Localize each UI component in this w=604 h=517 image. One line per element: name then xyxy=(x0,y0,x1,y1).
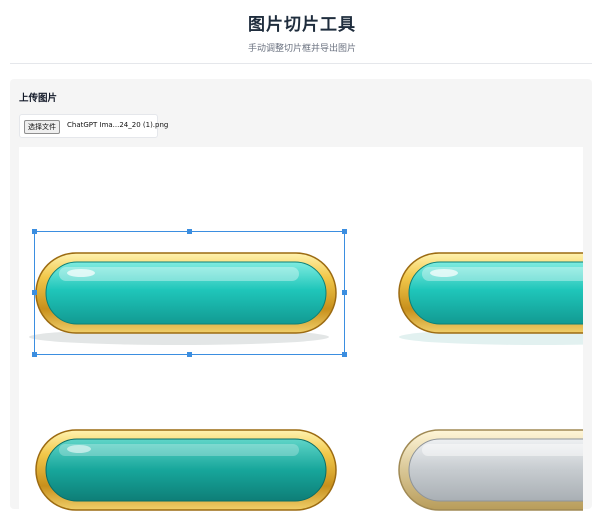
choose-file-button[interactable]: 选择文件 xyxy=(24,120,60,134)
resize-handle-s xyxy=(187,352,192,357)
sprite-button-3 xyxy=(35,429,337,511)
resize-handle-sw xyxy=(32,352,37,357)
sprite-button-1 xyxy=(29,252,337,345)
slice-canvas[interactable] xyxy=(19,147,583,517)
page-title: 图片切片工具 xyxy=(248,15,356,35)
sprite-sheet-image xyxy=(29,229,583,511)
page-header: 图片切片工具 手动调整切片框并导出图片 xyxy=(0,0,604,64)
resize-handle-se xyxy=(342,352,347,357)
header-divider xyxy=(10,63,592,64)
selected-file-name: ChatGPT Ima...24_20 (1).png xyxy=(67,121,169,129)
upload-section-title: 上传图片 xyxy=(19,93,58,104)
sprite-button-2 xyxy=(398,252,583,345)
resize-handle-w xyxy=(32,290,37,295)
resize-handle-nw xyxy=(32,229,37,234)
resize-handle-ne xyxy=(342,229,347,234)
upload-panel: 上传图片 选择文件 ChatGPT Ima...24_20 (1).png xyxy=(10,79,592,517)
sprite-button-4 xyxy=(398,429,583,511)
resize-handle-n xyxy=(187,229,192,234)
resize-handle-e xyxy=(342,290,347,295)
file-input[interactable]: 选择文件 ChatGPT Ima...24_20 (1).png xyxy=(19,114,168,138)
page-subtitle: 手动调整切片框并导出图片 xyxy=(247,44,356,54)
